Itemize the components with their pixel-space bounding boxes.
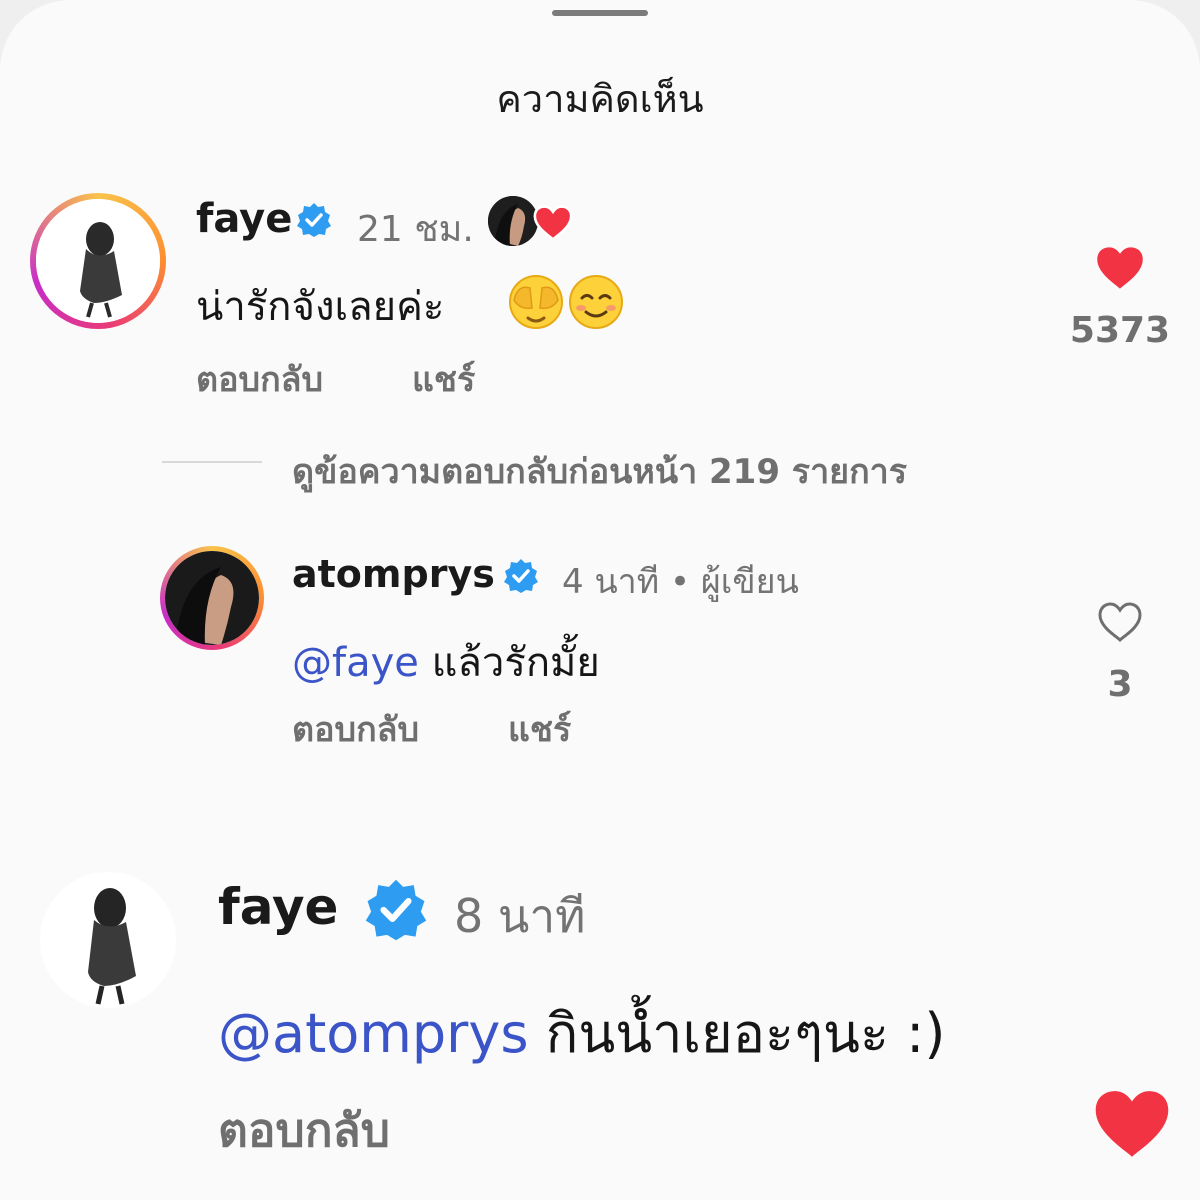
view-previous-replies-link[interactable]: ดูข้อความตอบกลับก่อนหน้า 219 รายการ	[292, 444, 907, 498]
comment-meta: 4 นาที • ผู้เขียน	[562, 554, 799, 608]
sheet-title: ความคิดเห็น	[496, 77, 704, 121]
verified-badge-icon	[365, 879, 427, 941]
mention-link[interactable]: @faye	[292, 640, 419, 686]
comment-body: กินน้ำเยอะๆนะ :)	[545, 1002, 946, 1065]
comments-sheet: ความคิดเห็น faye 21 ชม. น่ารักจังเลยค่ะ	[0, 0, 1200, 1200]
share-button[interactable]: แชร์	[412, 352, 475, 406]
author-label: ผู้เขียน	[700, 562, 799, 602]
like-heart-outline-icon[interactable]	[1096, 600, 1144, 644]
liked-by-author-avatar	[488, 196, 538, 246]
share-button[interactable]: แชร์	[508, 702, 571, 756]
replies-divider-line	[162, 461, 262, 463]
comment-body: น่ารักจังเลยค่ะ	[196, 284, 445, 330]
comment-text: น่ารักจังเลยค่ะ	[196, 274, 444, 338]
comment-time: 8 นาที	[454, 889, 586, 943]
like-heart-icon[interactable]	[1090, 1086, 1174, 1162]
avatar-photo	[36, 199, 160, 323]
face-with-hand-over-eyes-emoji	[509, 275, 563, 329]
mention-link[interactable]: @atomprys	[218, 1002, 528, 1065]
comment-text: @faye แล้วรักมั้ย	[292, 630, 600, 694]
avatar[interactable]	[40, 872, 176, 1008]
reply-button[interactable]: ตอบกลับ	[196, 352, 323, 406]
comment-time: 21 ชม.	[357, 209, 474, 250]
comment-username[interactable]: faye	[218, 878, 338, 936]
avatar-photo	[165, 551, 259, 645]
drag-handle[interactable]	[552, 10, 648, 16]
like-count: 3	[1107, 664, 1133, 705]
verified-badge-icon	[504, 559, 538, 593]
reply-button[interactable]: ตอบกลับ	[218, 1094, 390, 1167]
avatar[interactable]	[30, 193, 166, 329]
verified-badge-icon	[297, 203, 331, 237]
avatar-photo	[40, 872, 176, 1008]
comment-body: แล้วรักมั้ย	[431, 640, 600, 686]
author-liked-heart-icon	[533, 205, 573, 242]
comment-time: 4 นาที	[562, 562, 660, 602]
like-count: 5373	[1069, 310, 1171, 351]
smiling-face-emoji	[569, 275, 623, 329]
meta-separator: •	[670, 562, 691, 602]
avatar[interactable]	[160, 546, 264, 650]
comment-username[interactable]: faye	[196, 196, 292, 242]
comment-text: @atomprys กินน้ำเยอะๆนะ :)	[218, 990, 945, 1076]
reply-button[interactable]: ตอบกลับ	[292, 702, 419, 756]
like-heart-icon[interactable]	[1094, 244, 1146, 292]
comment-username[interactable]: atomprys	[292, 552, 495, 596]
